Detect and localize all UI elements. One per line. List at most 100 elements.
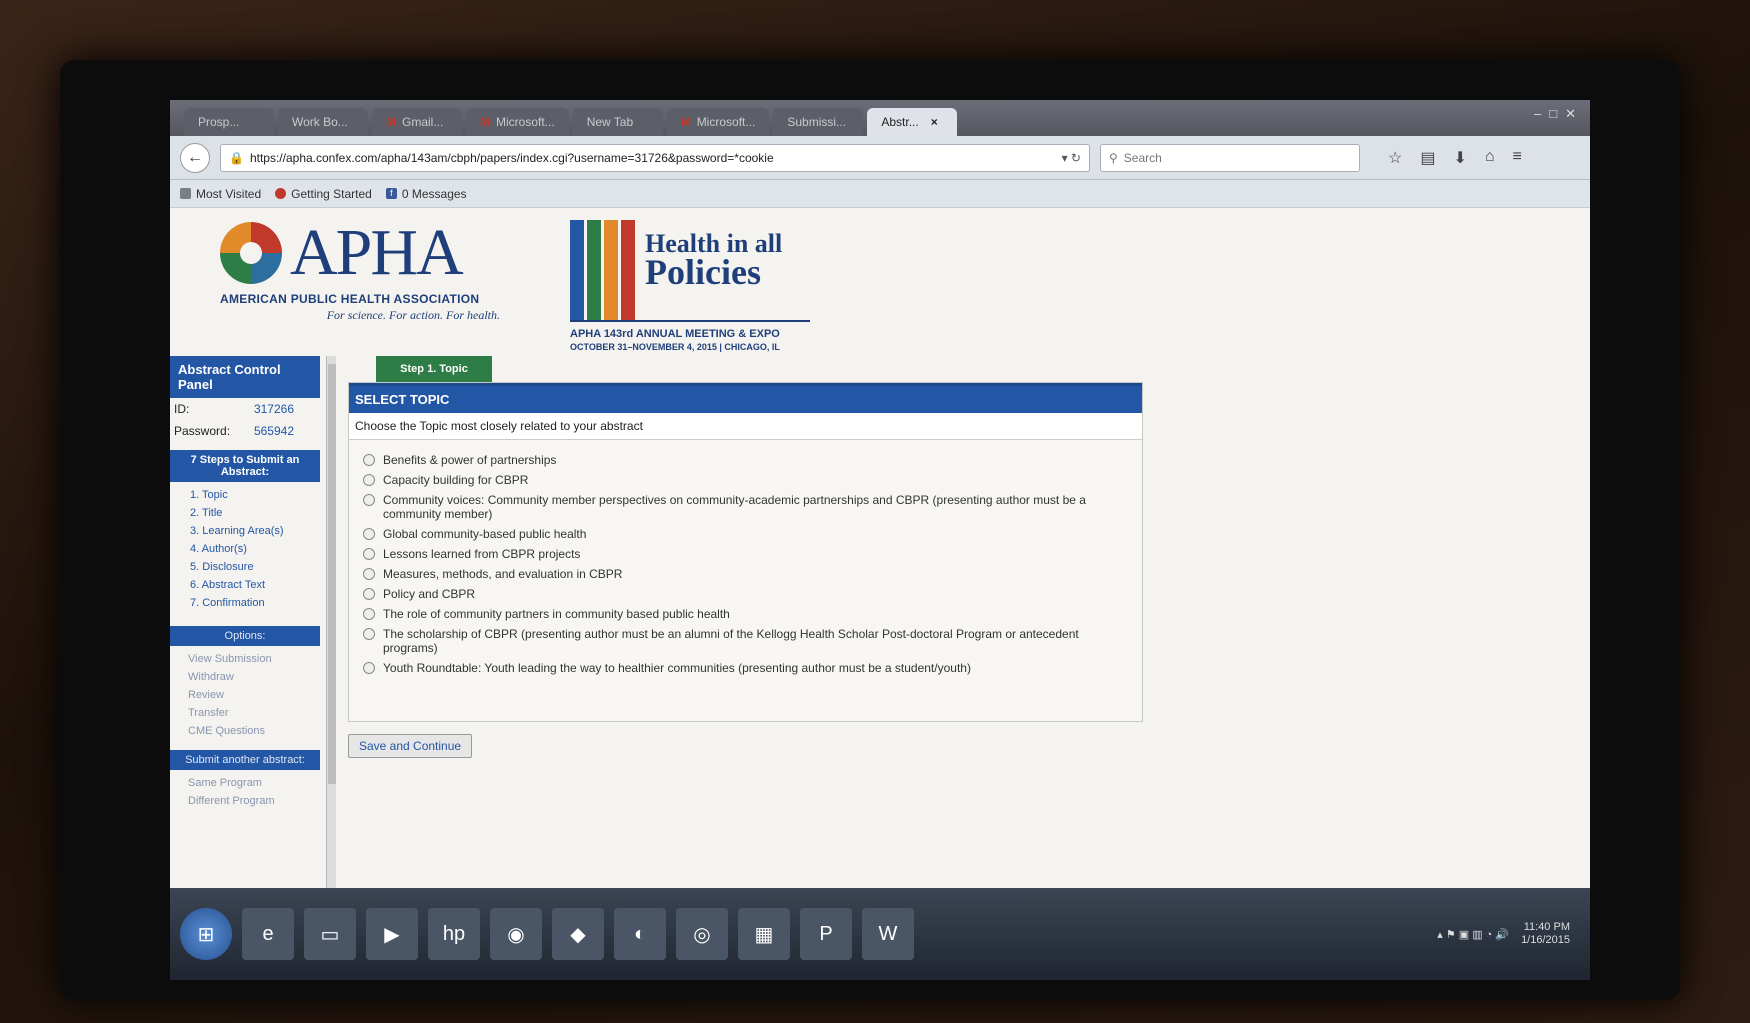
browser-tab[interactable]: Work Bo... (278, 108, 368, 136)
tab-close-icon[interactable]: × (931, 115, 938, 129)
maximize-icon[interactable]: □ (1549, 106, 1557, 122)
step-tab[interactable]: Step 1. Topic (376, 356, 492, 382)
download-icon[interactable]: ⬇ (1453, 148, 1466, 168)
option-link[interactable]: View Submission (188, 650, 320, 668)
option-link[interactable]: Transfer (188, 704, 320, 722)
browser-tab[interactable]: New Tab (572, 108, 663, 136)
options-title: Options: (170, 626, 320, 646)
option-link[interactable]: Withdraw (188, 668, 320, 686)
firefox-icon[interactable]: ◐ (614, 908, 666, 960)
app-icon[interactable]: ◆ (552, 908, 604, 960)
hp-icon[interactable]: hp (428, 908, 480, 960)
browser-tab[interactable]: M Gmail... (372, 108, 462, 136)
clock[interactable]: 11:40 PM 1/16/2015 (1521, 921, 1570, 947)
steps-list: 1. Topic 2. Title 3. Learning Area(s) 4. Au… (170, 482, 320, 616)
step-link[interactable]: 4. Author(s) (190, 540, 320, 558)
option-link[interactable]: Review (188, 686, 320, 704)
radio-button[interactable] (363, 528, 375, 540)
clipboard-icon[interactable]: ▤ (1420, 148, 1435, 168)
app2-icon[interactable]: ◎ (676, 908, 728, 960)
clock-date: 1/16/2015 (1521, 934, 1570, 946)
reload-icon[interactable]: ▾ ↻ (1062, 151, 1081, 165)
radio-button[interactable] (363, 628, 375, 640)
bookmark-folder-icon (180, 188, 191, 199)
topic-form: SELECT TOPIC Choose the Topic most close… (348, 382, 1143, 722)
topic-option[interactable]: The scholarship of CBPR (presenting auth… (363, 624, 1128, 658)
radio-button[interactable] (363, 568, 375, 580)
browser-tab[interactable]: Abstr... × (867, 108, 958, 136)
home-icon[interactable]: ⌂ (1485, 148, 1495, 168)
meeting-name: APHA 143rd ANNUAL MEETING & EXPO (570, 320, 810, 340)
topic-option[interactable]: Community voices: Community member persp… (363, 490, 1128, 524)
bookmark-star-icon[interactable]: ☆ (1388, 148, 1402, 168)
topic-option[interactable]: The role of community partners in commun… (363, 604, 1128, 624)
scrollbar-thumb[interactable] (328, 364, 336, 784)
firefox-icon (275, 188, 287, 199)
minimize-icon[interactable]: – (1534, 106, 1541, 122)
back-button[interactable]: ← (180, 142, 210, 173)
id-label: ID: (174, 402, 190, 416)
window-controls: – □ ✕ (1534, 106, 1576, 122)
bookmark-label: Most Visited (196, 186, 262, 201)
topic-option[interactable]: Youth Roundtable: Youth leading the way … (363, 658, 1128, 678)
topic-option[interactable]: Lessons learned from CBPR projects (363, 544, 1128, 564)
topic-option[interactable]: Measures, methods, and evaluation in CBP… (363, 564, 1128, 584)
sidebar-scrollbar[interactable] (326, 356, 336, 896)
browser-tab[interactable]: M Microsoft... (466, 108, 569, 136)
topic-option[interactable]: Policy and CBPR (363, 584, 1128, 604)
folder-icon[interactable]: ▭ (304, 908, 356, 960)
form-instruction: Choose the Topic most closely related to… (349, 413, 1142, 440)
apha-emblem-icon (220, 222, 282, 284)
step-link[interactable]: 2. Title (190, 504, 320, 522)
form-heading: SELECT TOPIC (349, 383, 1142, 413)
bookmark-most-visited[interactable]: Most Visited (180, 187, 261, 201)
save-and-continue-button[interactable]: Save and Continue (348, 734, 473, 758)
step-link[interactable]: 7. Confirmation (190, 594, 320, 612)
submit-another-link[interactable]: Same Program (188, 774, 320, 792)
option-link[interactable]: CME Questions (188, 722, 320, 740)
apha-mark: APHA (220, 216, 500, 289)
toolbar-icons: ☆ ▤ ⬇ ⌂ ≡ (1388, 148, 1522, 168)
start-icon[interactable]: ⊞ (180, 908, 232, 960)
step-link[interactable]: 1. Topic (190, 486, 320, 504)
browser-tab[interactable]: M Microsoft... (666, 108, 770, 136)
apha-wordmark: APHA (290, 216, 464, 289)
topic-option[interactable]: Capacity building for CBPR (363, 470, 1128, 490)
powerpoint-icon[interactable]: P (800, 908, 852, 960)
bookmark-messages[interactable]: f 0 Messages (385, 187, 467, 201)
menu-icon[interactable]: ≡ (1513, 148, 1522, 168)
topic-label: Policy and CBPR (383, 587, 476, 601)
submit-another-link[interactable]: Different Program (188, 792, 320, 810)
tab-label: New Tab (586, 115, 634, 129)
browser-tab[interactable]: Prosp... (184, 108, 274, 136)
chrome-icon[interactable]: ◉ (490, 908, 542, 960)
bookmark-getting-started[interactable]: Getting Started (275, 187, 372, 201)
topic-label: Global community-based public health (383, 527, 587, 541)
topic-label: Measures, methods, and evaluation in CBP… (383, 567, 623, 581)
topic-label: The role of community partners in commun… (383, 607, 730, 621)
step-link[interactable]: 3. Learning Area(s) (190, 522, 320, 540)
browser-tab[interactable]: Submissi... (773, 108, 864, 136)
media-icon[interactable]: ▶ (366, 908, 418, 960)
lock-icon: 🔒 (229, 150, 244, 165)
step-link[interactable]: 5. Disclosure (190, 558, 320, 576)
password-value: 565942 (253, 424, 294, 438)
files-icon[interactable]: ▦ (738, 908, 790, 960)
ie-icon[interactable]: e (242, 908, 294, 960)
radio-button[interactable] (363, 494, 375, 506)
close-window-icon[interactable]: ✕ (1565, 106, 1576, 122)
radio-button[interactable] (363, 662, 375, 674)
radio-button[interactable] (363, 588, 375, 600)
radio-button[interactable] (363, 454, 375, 466)
radio-button[interactable] (363, 474, 375, 486)
apha-logo[interactable]: APHA AMERICAN PUBLIC HEALTH ASSOCIATION … (220, 216, 500, 323)
step-link[interactable]: 6. Abstract Text (190, 576, 320, 594)
radio-button[interactable] (363, 548, 375, 560)
search-box[interactable]: ⚲ Search (1100, 143, 1360, 172)
tray-icons[interactable]: ▴ ⚑ ▣ ▥ ◔ 🔊 (1437, 928, 1509, 941)
address-bar[interactable]: 🔒 https://apha.confex.com/apha/143am/cbp… (220, 143, 1090, 172)
topic-option[interactable]: Global community-based public health (363, 524, 1128, 544)
word-icon[interactable]: W (862, 908, 914, 960)
radio-button[interactable] (363, 608, 375, 620)
topic-option[interactable]: Benefits & power of partnerships (363, 450, 1128, 470)
